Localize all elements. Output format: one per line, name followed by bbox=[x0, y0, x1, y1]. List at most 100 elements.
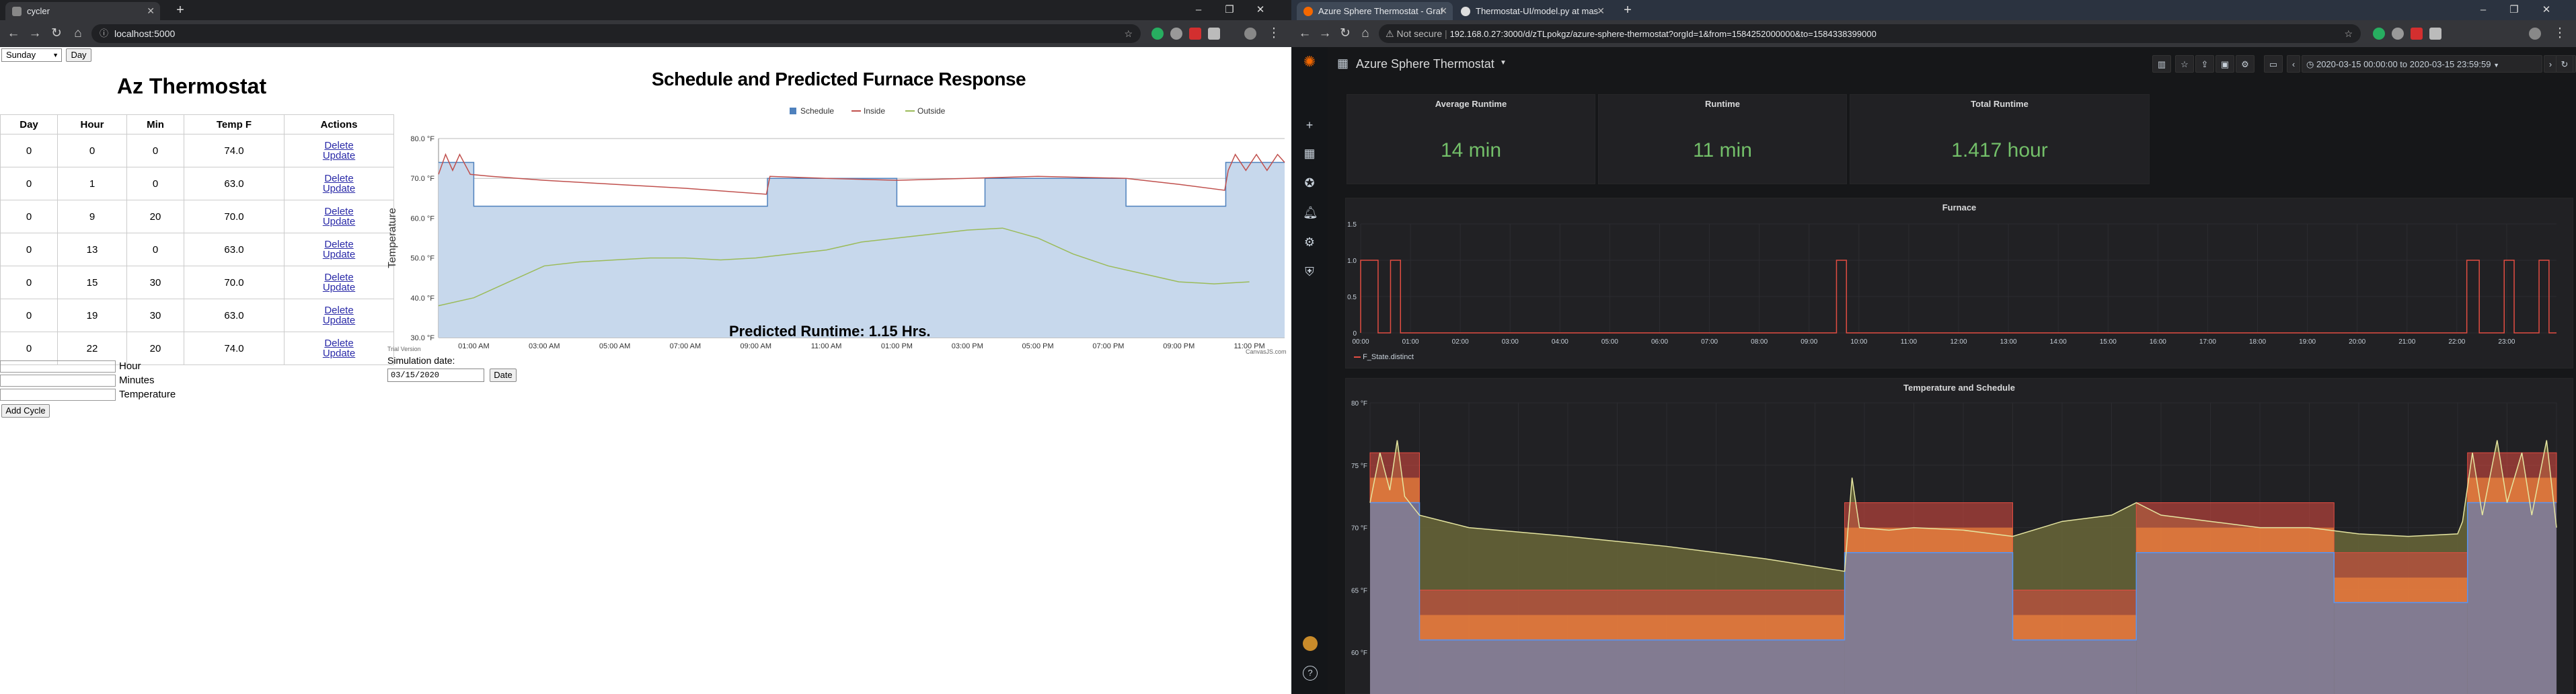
forward-icon[interactable]: → bbox=[1317, 26, 1333, 42]
extension-icon[interactable] bbox=[1151, 28, 1164, 40]
close-tab-icon[interactable]: ✕ bbox=[147, 2, 155, 20]
gear-icon[interactable]: ⚙ bbox=[1303, 235, 1316, 249]
right-browser-window: Azure Sphere Thermostat - Graf ✕ Thermos… bbox=[1291, 0, 2576, 694]
table-cell-actions: Delete Update bbox=[284, 200, 394, 233]
x-tick-label: 07:00 AM bbox=[670, 342, 701, 350]
tab-cycler[interactable]: cycler ✕ bbox=[5, 2, 160, 20]
tv-mode-icon[interactable]: ▭ bbox=[2264, 55, 2283, 73]
delete-link[interactable]: Delete bbox=[285, 272, 393, 282]
add-cycle-button[interactable]: Add Cycle bbox=[1, 404, 50, 418]
x-tick-label: 09:00 bbox=[1801, 338, 1817, 346]
profile-avatar[interactable] bbox=[2529, 28, 2541, 40]
star-icon[interactable]: ☆ bbox=[2175, 55, 2194, 73]
new-tab-button[interactable]: + bbox=[172, 2, 188, 18]
tab-grafana[interactable]: Azure Sphere Thermostat - Graf ✕ bbox=[1297, 2, 1453, 20]
reload-icon[interactable]: ↻ bbox=[48, 26, 65, 42]
back-icon[interactable]: ← bbox=[5, 26, 22, 42]
delete-link[interactable]: Delete bbox=[285, 305, 393, 315]
reload-icon[interactable]: ↻ bbox=[1337, 26, 1353, 42]
x-tick-label: 03:00 bbox=[1502, 338, 1519, 346]
delete-link[interactable]: Delete bbox=[285, 174, 393, 184]
legend-item[interactable]: F_State.distinct bbox=[1354, 353, 1414, 361]
forward-icon[interactable]: → bbox=[27, 26, 43, 42]
extension-icon[interactable] bbox=[2429, 28, 2441, 40]
chevron-left-icon[interactable]: ‹ bbox=[2287, 55, 2300, 73]
extension-icon[interactable] bbox=[1189, 28, 1201, 40]
refresh-icon[interactable]: ↻ bbox=[2556, 55, 2573, 73]
table-row: 0 13 0 63.0 Delete Update bbox=[0, 233, 394, 266]
home-icon[interactable]: ⌂ bbox=[1357, 26, 1373, 42]
back-icon[interactable]: ← bbox=[1297, 26, 1313, 42]
chevron-right-icon[interactable]: › bbox=[2544, 55, 2557, 73]
close-window-icon[interactable]: ✕ bbox=[1246, 0, 1275, 20]
x-tick-label: 14:00 bbox=[2050, 338, 2067, 346]
update-link[interactable]: Update bbox=[285, 348, 393, 358]
save-icon[interactable]: ▣ bbox=[2215, 55, 2234, 73]
bookmark-star-icon[interactable]: ☆ bbox=[2344, 24, 2353, 43]
address-bar[interactable]: ⓘ localhost:5000 ☆ bbox=[91, 24, 1141, 43]
share-icon[interactable]: ⇪ bbox=[2195, 55, 2214, 73]
x-tick-label: 09:00 AM bbox=[741, 342, 771, 350]
extension-icon[interactable] bbox=[2411, 28, 2423, 40]
explore-icon[interactable]: ✪ bbox=[1303, 176, 1316, 190]
update-link[interactable]: Update bbox=[285, 315, 393, 325]
day-button[interactable]: Day bbox=[66, 48, 91, 62]
close-tab-icon[interactable]: ✕ bbox=[1597, 2, 1605, 20]
table-cell-day: 0 bbox=[0, 200, 58, 233]
extension-icon[interactable] bbox=[1170, 28, 1182, 40]
minimize-icon[interactable]: – bbox=[2468, 0, 2498, 20]
menu-icon[interactable]: ⋮ bbox=[2552, 26, 2568, 42]
simulation-date-input[interactable]: 03/15/2020 bbox=[387, 369, 484, 382]
help-icon[interactable]: ? bbox=[1303, 666, 1318, 681]
alerting-bell-icon[interactable]: 🔔︎ bbox=[1303, 206, 1318, 219]
extension-icon[interactable] bbox=[2373, 28, 2385, 40]
user-avatar[interactable] bbox=[1303, 636, 1318, 651]
x-tick-label: 03:00 PM bbox=[952, 342, 983, 350]
url-text: 192.168.0.27:3000/d/zTLpokgz/azure-spher… bbox=[1449, 29, 1877, 39]
time-range-picker[interactable]: ◷ 2020-03-15 00:00:00 to 2020-03-15 23:5… bbox=[2302, 55, 2542, 73]
new-tab-button[interactable]: + bbox=[1620, 2, 1636, 18]
schedule-chart-svg: Schedule Inside Outside 30.0 °F 40.0 °F 50.0 … bbox=[387, 106, 1285, 350]
plus-icon[interactable]: + bbox=[1303, 118, 1316, 132]
maximize-icon[interactable]: ❐ bbox=[2499, 0, 2529, 20]
extension-icon[interactable] bbox=[1208, 28, 1220, 40]
close-tab-icon[interactable]: ✕ bbox=[1439, 2, 1447, 20]
dashboards-icon[interactable]: ▦ bbox=[1303, 147, 1316, 160]
extension-icon[interactable] bbox=[2392, 28, 2404, 40]
update-link[interactable]: Update bbox=[285, 151, 393, 161]
maximize-icon[interactable]: ❐ bbox=[1215, 0, 1244, 20]
hour-input[interactable] bbox=[0, 360, 116, 373]
bookmark-star-icon[interactable]: ☆ bbox=[1124, 24, 1133, 43]
legend-label: Outside bbox=[917, 106, 946, 116]
home-icon[interactable]: ⌂ bbox=[70, 26, 86, 42]
schedule-mid-band bbox=[2467, 477, 2556, 503]
profile-avatar[interactable] bbox=[1244, 28, 1256, 40]
table-cell-temp: 70.0 bbox=[184, 200, 285, 233]
temperature-input[interactable] bbox=[0, 389, 116, 401]
temperature-schedule-panel: Temperature and Schedule 55 °F60 °F65 °F… bbox=[1345, 378, 2573, 694]
delete-link[interactable]: Delete bbox=[285, 206, 393, 217]
update-link[interactable]: Update bbox=[285, 217, 393, 227]
date-button[interactable]: Date bbox=[490, 369, 517, 382]
close-window-icon[interactable]: ✕ bbox=[2532, 0, 2561, 20]
tab-github[interactable]: Thermostat-UI/model.py at mas ✕ bbox=[1454, 2, 1610, 20]
minimize-icon[interactable]: – bbox=[1184, 0, 1213, 20]
day-select[interactable]: Sunday ▼ bbox=[1, 48, 62, 62]
address-bar[interactable]: ⚠ Not secure | 192.168.0.27:3000/d/zTLpo… bbox=[1379, 24, 2361, 43]
update-link[interactable]: Update bbox=[285, 282, 393, 293]
gear-icon[interactable]: ⚙ bbox=[2236, 55, 2255, 73]
delete-link[interactable]: Delete bbox=[285, 239, 393, 249]
update-link[interactable]: Update bbox=[285, 249, 393, 260]
add-panel-icon[interactable]: ▥ bbox=[2152, 55, 2171, 73]
menu-icon[interactable]: ⋮ bbox=[1266, 26, 1282, 42]
caret-down-icon[interactable]: ▼ bbox=[1500, 59, 1507, 67]
schedule-area bbox=[2136, 552, 2335, 694]
delete-link[interactable]: Delete bbox=[285, 338, 393, 348]
dashboards-icon: ▦ bbox=[1337, 56, 1349, 70]
delete-link[interactable]: Delete bbox=[285, 141, 393, 151]
update-link[interactable]: Update bbox=[285, 184, 393, 194]
shield-icon[interactable]: ⛨ bbox=[1303, 265, 1316, 278]
grafana-logo-icon[interactable]: ✺ bbox=[1303, 54, 1316, 69]
dashboard-title[interactable]: Azure Sphere Thermostat bbox=[1356, 57, 1494, 71]
minutes-input[interactable] bbox=[0, 375, 116, 387]
